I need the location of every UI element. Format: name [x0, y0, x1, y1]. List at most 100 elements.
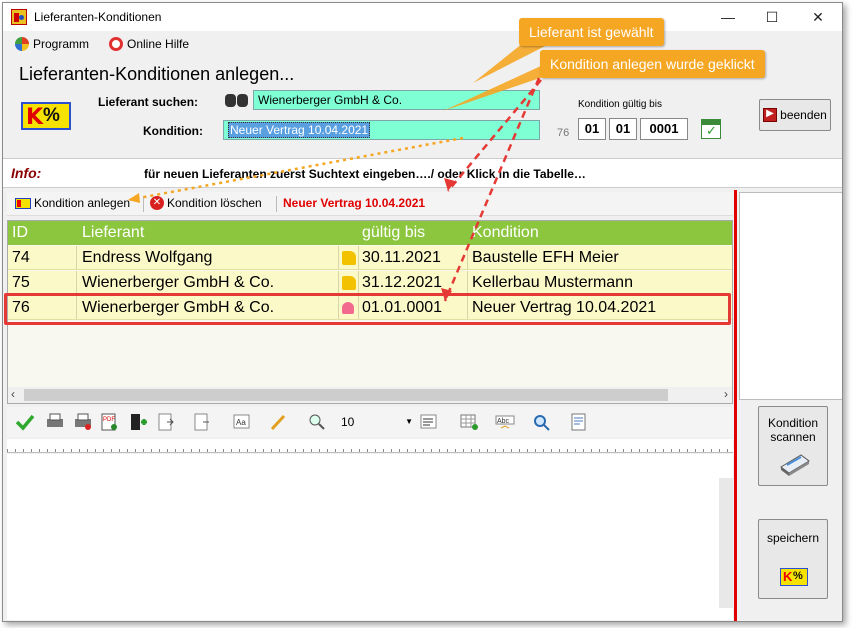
minimize-button[interactable]: — [706, 3, 750, 31]
binoculars-icon[interactable] [225, 94, 249, 108]
callout-supplier-chosen: Lieferant ist gewählt [519, 18, 664, 46]
validity-day-field[interactable]: 01 [578, 118, 606, 140]
add-condition-button[interactable]: Kondition anlegen [15, 196, 130, 210]
save-button[interactable]: speichern K % [758, 519, 828, 599]
svg-text:PDF: PDF [103, 417, 115, 423]
calendar-check-icon[interactable] [701, 119, 721, 139]
exit-button-label: beenden [780, 108, 827, 122]
program-icon [15, 37, 29, 51]
exit-door-icon [763, 108, 778, 122]
save-button-label: speichern [766, 531, 820, 545]
cell-id: 74 [12, 249, 30, 266]
header-id[interactable]: ID [12, 224, 28, 242]
maximize-button[interactable]: ☐ [750, 3, 794, 31]
panel-divider [734, 190, 737, 621]
table-row[interactable]: 75 Wienerberger GmbH & Co. 31.12.2021 Ke… [8, 271, 732, 295]
condition-label: Kondition: [143, 124, 203, 138]
delete-x-icon: ✕ [150, 196, 164, 210]
paragraph-format-icon[interactable] [419, 413, 439, 431]
thumbs-up-icon [342, 276, 356, 290]
condition-id-display: 76 [557, 127, 570, 139]
app-window: Lieferanten-Konditionen — ☐ ✕ Programm O… [2, 2, 843, 622]
cell-supplier: Endress Wolfgang [82, 249, 213, 266]
scrollbar-thumb[interactable] [24, 389, 668, 401]
current-condition-indicator: Neuer Vertrag 10.04.2021 [283, 196, 425, 210]
app-logo-icon [11, 9, 27, 25]
condition-toolbar: Kondition anlegen ✕ Kondition löschen Ne… [7, 192, 733, 216]
cell-valid-until: 30.11.2021 [362, 249, 441, 266]
header-condition[interactable]: Kondition [472, 224, 539, 242]
scan-condition-button[interactable]: Kondition scannen [758, 406, 828, 486]
cell-supplier: Wienerberger GmbH & Co. [82, 274, 275, 291]
title-bar: Lieferanten-Konditionen — ☐ ✕ [3, 3, 842, 31]
window-title: Lieferanten-Konditionen [34, 10, 162, 24]
thumbs-up-icon [342, 251, 356, 265]
document-editor[interactable] [7, 454, 733, 620]
menu-programm[interactable]: Programm [15, 37, 89, 51]
insert-table-icon[interactable] [459, 413, 479, 431]
editor-toolbar: PDF Aa 10 ▼ Abc [7, 407, 733, 437]
font-size-value: 10 [341, 415, 355, 429]
add-condition-icon [15, 197, 31, 209]
menu-online-help[interactable]: Online Hilfe [109, 37, 189, 51]
indent-icon[interactable] [157, 413, 177, 431]
cell-condition: Baustelle EFH Meier [472, 249, 619, 266]
scroll-left-icon[interactable]: ‹ [11, 387, 15, 401]
table-header: ID Lieferant gültig bis Kondition [8, 221, 732, 245]
cell-valid-until: 31.12.2021 [362, 274, 443, 291]
preview-panel [739, 192, 842, 400]
print-preview-icon[interactable] [73, 413, 93, 431]
zoom-icon[interactable] [307, 413, 327, 431]
toolbar-divider [276, 196, 277, 212]
page-title: Lieferanten-Konditionen anlegen... [19, 64, 295, 84]
k-percent-logo: K% [21, 102, 71, 130]
horizontal-scrollbar[interactable]: ‹ › [8, 387, 732, 403]
table-row[interactable]: 74 Endress Wolfgang 30.11.2021 Baustelle… [8, 246, 732, 270]
scanner-icon [780, 454, 810, 476]
info-bar: Info: für neuen Lieferanten zuerst Sucht… [3, 158, 842, 188]
find-replace-icon[interactable] [531, 413, 551, 431]
lifebuoy-icon [109, 37, 123, 51]
validity-month-field[interactable]: 01 [609, 118, 637, 140]
scan-button-label: Kondition scannen [767, 416, 819, 444]
menu-programm-label: Programm [33, 37, 90, 51]
chevron-down-icon: ▼ [405, 417, 413, 426]
validity-year-field[interactable]: 0001 [640, 118, 688, 140]
pdf-export-icon[interactable]: PDF [99, 413, 119, 431]
scroll-right-icon[interactable]: › [724, 387, 728, 401]
condition-input[interactable]: Neuer Vertrag 10.04.2021 [223, 120, 540, 140]
close-button[interactable]: ✕ [796, 3, 840, 31]
delete-condition-button[interactable]: ✕ Kondition löschen [150, 196, 262, 210]
validity-label: Kondition gültig bis [578, 99, 662, 110]
condition-input-text: Neuer Vertrag 10.04.2021 [228, 122, 371, 138]
svg-text:Abc: Abc [497, 418, 510, 425]
delete-condition-label: Kondition löschen [167, 196, 262, 210]
cell-id: 75 [12, 274, 30, 291]
checkmark-icon[interactable] [15, 413, 35, 431]
insert-document-icon[interactable] [129, 413, 149, 431]
pen-icon[interactable] [269, 413, 289, 431]
selected-row-highlight [4, 293, 731, 325]
k-percent-save-icon: K % [780, 568, 808, 586]
page-setup-icon[interactable] [569, 413, 589, 431]
callout-condition-clicked: Kondition anlegen wurde geklickt [540, 50, 765, 78]
ruler [7, 439, 733, 453]
header-valid-until[interactable]: gültig bis [362, 224, 425, 242]
svg-text:Aa: Aa [236, 418, 246, 427]
info-text: für neuen Lieferanten zuerst Suchtext ei… [144, 167, 586, 181]
menu-help-label: Online Hilfe [127, 37, 190, 51]
cell-condition: Kellerbau Mustermann [472, 274, 633, 291]
add-condition-label: Kondition anlegen [34, 196, 131, 210]
header-supplier[interactable]: Lieferant [82, 224, 144, 242]
editor-scrollbar[interactable] [719, 478, 733, 608]
supplier-search-label: Lieferant suchen: [98, 95, 199, 109]
toolbar-divider [143, 196, 144, 212]
outdent-icon[interactable] [193, 413, 213, 431]
exit-button[interactable]: beenden [759, 99, 831, 131]
spellcheck-icon[interactable]: Abc [495, 413, 515, 431]
print-icon[interactable] [45, 413, 65, 431]
supplier-search-input[interactable]: Wienerberger GmbH & Co. [253, 90, 540, 110]
info-label: Info: [11, 165, 42, 181]
font-size-select[interactable]: 10 ▼ [341, 413, 413, 431]
text-style-icon[interactable]: Aa [232, 413, 252, 431]
